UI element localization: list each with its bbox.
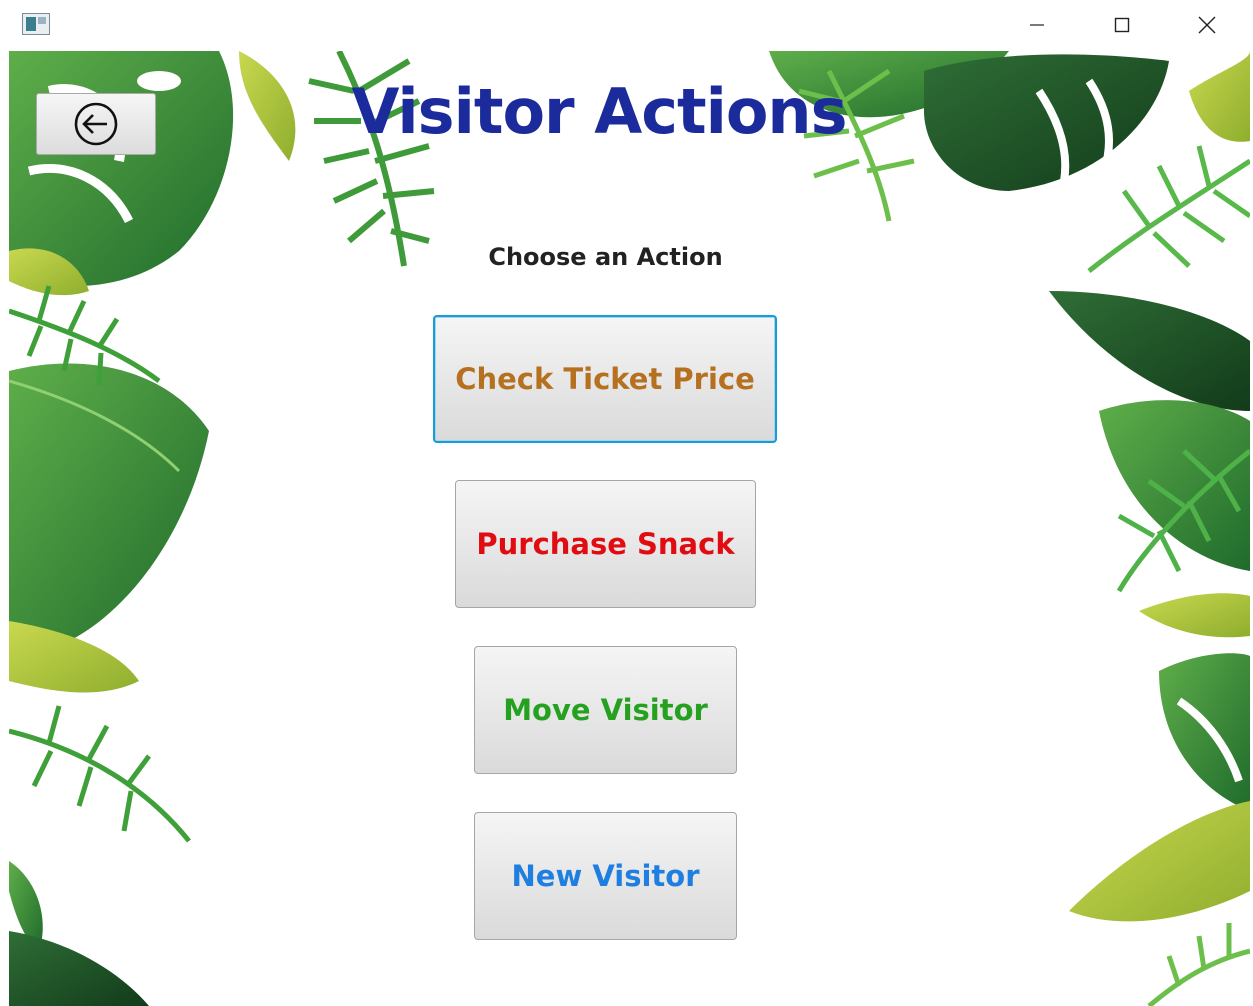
check-ticket-price-button[interactable]: Check Ticket Price: [433, 315, 777, 443]
page-title: Visitor Actions: [351, 75, 848, 148]
check-ticket-price-label: Check Ticket Price: [455, 362, 755, 396]
minimize-button[interactable]: [1014, 0, 1060, 50]
app-icon: [22, 13, 50, 35]
new-visitor-button[interactable]: New Visitor: [474, 812, 737, 940]
purchase-snack-label: Purchase Snack: [476, 527, 735, 561]
close-button[interactable]: [1184, 0, 1230, 50]
visitor-actions-scene: Visitor Actions Choose an Action Check T…: [9, 51, 1250, 1006]
choose-action-label: Choose an Action: [488, 243, 723, 271]
maximize-button[interactable]: [1099, 0, 1145, 50]
purchase-snack-button[interactable]: Purchase Snack: [455, 480, 756, 608]
maximize-icon: [1114, 17, 1130, 33]
move-visitor-label: Move Visitor: [503, 693, 708, 727]
move-visitor-button[interactable]: Move Visitor: [474, 646, 737, 774]
window-titlebar: [0, 0, 1253, 50]
new-visitor-label: New Visitor: [511, 859, 700, 893]
close-icon: [1198, 16, 1216, 34]
minimize-icon: [1030, 24, 1044, 26]
